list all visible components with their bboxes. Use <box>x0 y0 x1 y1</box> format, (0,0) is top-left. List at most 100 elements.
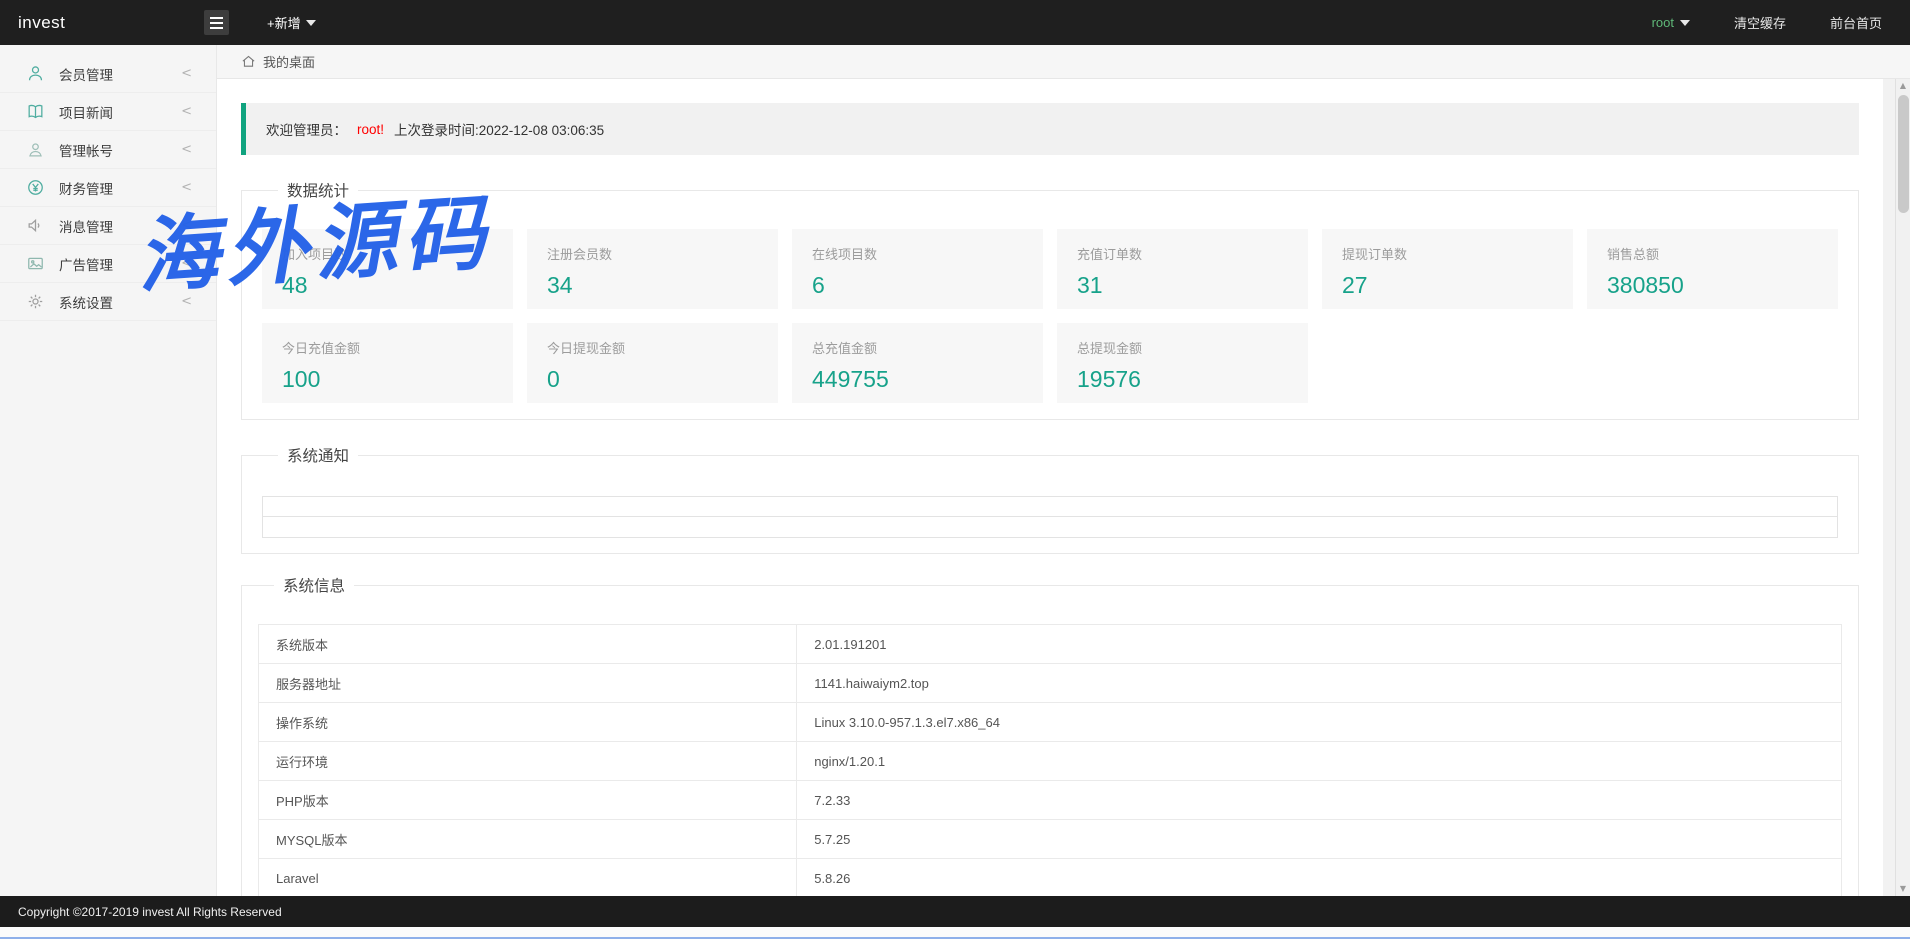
user-dropdown[interactable]: root <box>1652 15 1690 30</box>
sidebar-item-settings[interactable]: 系统设置< <box>0 283 216 321</box>
hamburger-icon <box>210 17 223 19</box>
stat-label: 提现订单数 <box>1342 244 1553 263</box>
sysinfo-value: 5.8.26 <box>797 859 1842 897</box>
chevron-collapsed-icon: < <box>181 180 192 195</box>
stat-label: 加入项目数 <box>282 244 493 263</box>
sysinfo-key: 操作系统 <box>259 703 797 742</box>
stat-label: 销售总额 <box>1607 244 1818 263</box>
sysinfo-row: 运行环境nginx/1.20.1 <box>259 742 1842 781</box>
clear-cache-link[interactable]: 清空缓存 <box>1734 13 1786 32</box>
add-new-dropdown[interactable]: +新增 <box>267 13 316 32</box>
sidebar-item-account[interactable]: 管理帐号< <box>0 131 216 169</box>
content-panel: 欢迎管理员： root! 上次登录时间:2022-12-08 03:06:35 … <box>217 79 1883 896</box>
sysinfo-key: PHP版本 <box>259 781 797 820</box>
sidebar-item-label: 财务管理 <box>59 178 181 198</box>
stat-card: 总提现金额 19576 <box>1057 323 1308 403</box>
sysinfo-value: 1141.haiwaiym2.top <box>797 664 1842 703</box>
stat-label: 总提现金额 <box>1077 338 1288 357</box>
footer: Copyright ©2017-2019 invest All Rights R… <box>0 896 1910 927</box>
stat-card: 提现订单数 27 <box>1322 229 1573 309</box>
sidebar-item-finance[interactable]: 财务管理< <box>0 169 216 207</box>
stat-value: 19576 <box>1077 366 1288 393</box>
sysinfo-table: 系统版本2.01.191201服务器地址1141.haiwaiym2.top操作… <box>258 624 1842 896</box>
sysinfo-value: 2.01.191201 <box>797 625 1842 664</box>
stat-value: 31 <box>1077 272 1288 299</box>
stats-legend: 数据统计 <box>278 179 358 201</box>
chevron-collapsed-icon: < <box>181 66 192 81</box>
sysinfo-row: Laravel5.8.26 <box>259 859 1842 897</box>
content-column: 我的桌面 欢迎管理员： root! 上次登录时间:2022-12-08 03:0… <box>217 45 1910 896</box>
scroll-down-icon[interactable]: ▼ <box>1896 882 1910 896</box>
ad-icon <box>26 254 45 273</box>
stats-fieldset: 数据统计 加入项目数 48 注册会员数 34 在线项目数 6 充值订单数 31 提现订单数 27 销… <box>241 179 1859 420</box>
brand-logo: invest <box>0 13 204 33</box>
stat-card: 今日充值金额100 <box>262 323 513 403</box>
sysinfo-key: 服务器地址 <box>259 664 797 703</box>
stat-card: 充值订单数 31 <box>1057 229 1308 309</box>
stat-value: 6 <box>812 272 1023 299</box>
sidebar-item-label: 广告管理 <box>59 254 181 274</box>
stat-value: 100 <box>282 366 493 393</box>
breadcrumb: 我的桌面 <box>217 45 1910 79</box>
stat-cards: 加入项目数 48 注册会员数 34 在线项目数 6 充值订单数 31 提现订单数 27 销售总额 38… <box>262 229 1838 403</box>
sysinfo-key: Laravel <box>259 859 797 897</box>
stat-value: 380850 <box>1607 272 1818 299</box>
sysinfo-row: PHP版本7.2.33 <box>259 781 1842 820</box>
stat-card: 加入项目数 48 <box>262 229 513 309</box>
sidebar-item-label: 项目新闻 <box>59 102 181 122</box>
stat-card: 今日提现金额0 <box>527 323 778 403</box>
sidebar-item-message[interactable]: 消息管理< <box>0 207 216 245</box>
stat-label: 充值订单数 <box>1077 244 1288 263</box>
sidebar-item-ad[interactable]: 广告管理< <box>0 245 216 283</box>
navbar-right: root 清空缓存 前台首页 <box>1652 13 1910 32</box>
welcome-alert: 欢迎管理员： root! 上次登录时间:2022-12-08 03:06:35 <box>241 103 1859 155</box>
stat-value: 48 <box>282 272 493 299</box>
scrollbar-thumb[interactable] <box>1898 95 1909 213</box>
sysinfo-row: MYSQL版本5.7.25 <box>259 820 1842 859</box>
chevron-down-icon <box>306 20 316 26</box>
chevron-down-icon <box>1680 20 1690 26</box>
sidebar-item-label: 系统设置 <box>59 292 181 312</box>
front-home-link[interactable]: 前台首页 <box>1830 13 1882 32</box>
sysinfo-row: 操作系统Linux 3.10.0-957.1.3.el7.x86_64 <box>259 703 1842 742</box>
sysinfo-key: 运行环境 <box>259 742 797 781</box>
stat-label: 注册会员数 <box>547 244 758 263</box>
vertical-scrollbar[interactable]: ▲ ▼ <box>1895 79 1910 896</box>
notice-fieldset: 系统通知 <box>241 444 1859 554</box>
scroll-up-icon[interactable]: ▲ <box>1896 79 1910 93</box>
sysinfo-fieldset: 系统信息 系统版本2.01.191201服务器地址1141.haiwaiym2.… <box>241 574 1859 896</box>
chevron-collapsed-icon: < <box>181 142 192 157</box>
sidebar-item-label: 消息管理 <box>59 216 181 236</box>
chevron-collapsed-icon: < <box>181 218 192 233</box>
sysinfo-row: 系统版本2.01.191201 <box>259 625 1842 664</box>
copyright-text: Copyright ©2017-2019 invest All Rights R… <box>18 905 282 919</box>
sidebar: 会员管理<项目新闻<管理帐号<财务管理<消息管理<广告管理<系统设置< <box>0 45 217 896</box>
add-new-label: +新增 <box>267 13 301 32</box>
finance-icon <box>26 178 45 197</box>
welcome-prefix: 欢迎管理员： <box>266 119 347 139</box>
stat-value: 0 <box>547 366 758 393</box>
news-icon <box>26 102 45 121</box>
stat-value: 34 <box>547 272 758 299</box>
notice-row <box>263 517 1837 537</box>
breadcrumb-item[interactable]: 我的桌面 <box>263 52 315 71</box>
notice-legend: 系统通知 <box>278 444 358 466</box>
sidebar-toggle-button[interactable] <box>204 10 229 35</box>
sidebar-item-label: 会员管理 <box>59 64 181 84</box>
stat-label: 在线项目数 <box>812 244 1023 263</box>
chevron-collapsed-icon: < <box>181 256 192 271</box>
stat-card: 在线项目数 6 <box>792 229 1043 309</box>
stat-value: 449755 <box>812 366 1023 393</box>
chevron-collapsed-icon: < <box>181 294 192 309</box>
sysinfo-value: nginx/1.20.1 <box>797 742 1842 781</box>
account-icon <box>26 140 45 159</box>
stat-card: 注册会员数 34 <box>527 229 778 309</box>
welcome-username: root! <box>357 122 384 137</box>
sidebar-item-news[interactable]: 项目新闻< <box>0 93 216 131</box>
sysinfo-key: 系统版本 <box>259 625 797 664</box>
sysinfo-key: MYSQL版本 <box>259 820 797 859</box>
sysinfo-value: 7.2.33 <box>797 781 1842 820</box>
stat-value: 27 <box>1342 272 1553 299</box>
sidebar-item-member[interactable]: 会员管理< <box>0 55 216 93</box>
member-icon <box>26 64 45 83</box>
